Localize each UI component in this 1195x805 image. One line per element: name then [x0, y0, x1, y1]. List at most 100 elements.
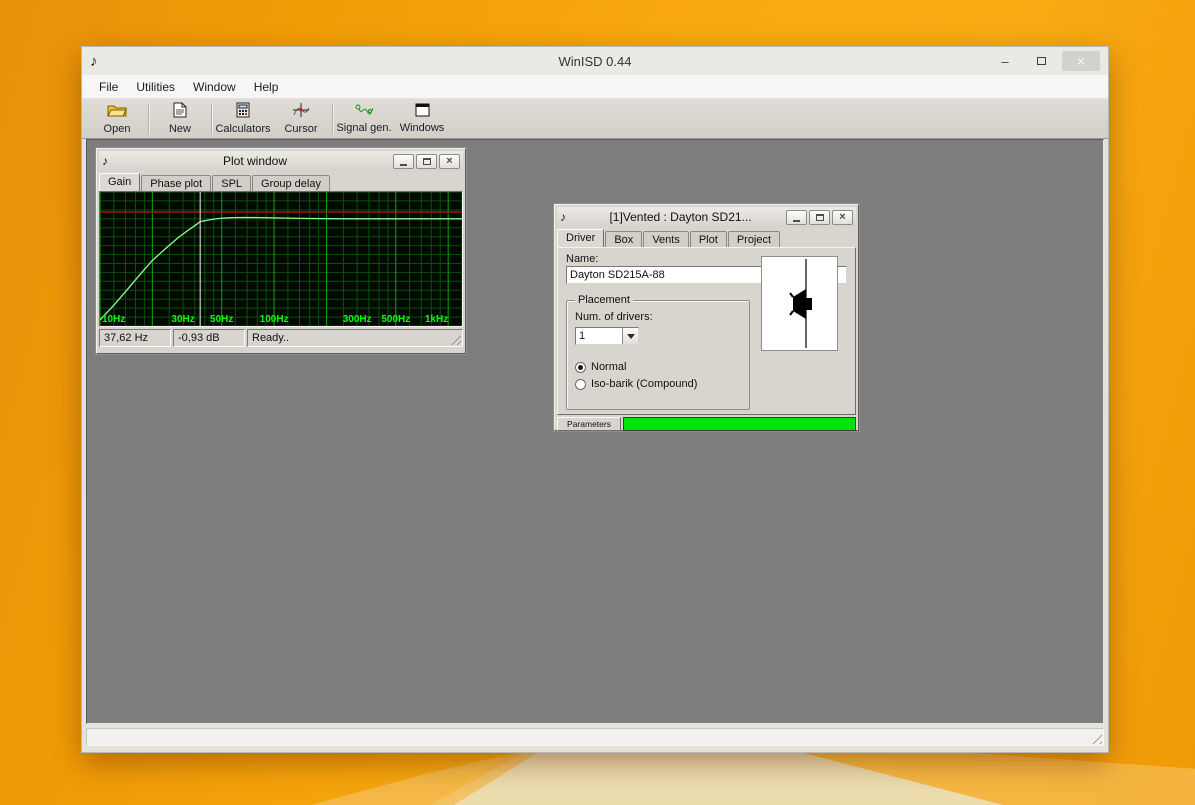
- toolbar-separator: [148, 103, 149, 134]
- open-folder-icon: [107, 103, 127, 123]
- tab-group-delay[interactable]: Group delay: [252, 175, 330, 192]
- radio-button-icon: [575, 378, 586, 390]
- close-icon: ×: [446, 155, 453, 167]
- toolbar-label: Calculators: [215, 123, 271, 135]
- driver-bottom-bar: Parameters: [557, 417, 856, 431]
- plot-window: ♪ Plot window × Gain Phase plot SPL Grou…: [96, 148, 466, 354]
- toolbar-label: Signal gen.: [336, 122, 392, 134]
- main-title-bar[interactable]: ♪ WinISD 0.44 – ×: [82, 47, 1108, 75]
- x-axis-label: 500Hz: [381, 314, 411, 325]
- tab-driver[interactable]: Driver: [557, 229, 605, 247]
- toolbar-label: New: [168, 123, 191, 135]
- parameters-progress-bar: [623, 417, 856, 431]
- num-drivers-value: 1: [579, 330, 586, 342]
- num-drivers-combobox[interactable]: 1: [575, 327, 639, 345]
- toolbar-button-cursor[interactable]: Cursor: [272, 101, 330, 137]
- driver-tab-panel: Name: Placement Num. of drivers: 1 Norma…: [557, 247, 856, 415]
- tab-vents[interactable]: Vents: [643, 231, 689, 248]
- menu-utilities[interactable]: Utilities: [127, 77, 184, 97]
- combo-dropdown-button[interactable]: [622, 328, 638, 344]
- resize-grip[interactable]: [1088, 730, 1102, 744]
- tab-project[interactable]: Project: [727, 231, 781, 248]
- toolbar-label: Windows: [399, 122, 445, 134]
- mdi-workspace: ♪ Plot window × Gain Phase plot SPL Grou…: [86, 139, 1104, 724]
- x-axis-label: 30Hz: [171, 314, 195, 325]
- windows-icon: [415, 103, 430, 122]
- driver-project-window: ♪ [1]Vented : Dayton SD21... × Driver Bo…: [554, 204, 859, 431]
- tab-gain[interactable]: Gain: [99, 173, 141, 191]
- toolbar-button-open[interactable]: Open: [88, 101, 146, 137]
- toolbar-button-new[interactable]: New: [151, 101, 209, 137]
- tab-box[interactable]: Box: [605, 231, 643, 248]
- plot-window-title: Plot window: [222, 154, 288, 168]
- x-axis-label: 300Hz: [342, 314, 372, 325]
- driver-window-icon: ♪: [560, 210, 566, 224]
- minimize-button[interactable]: [786, 209, 807, 225]
- toolbar-button-windows[interactable]: Windows: [393, 101, 451, 137]
- calculator-icon: [236, 102, 250, 123]
- name-label: Name:: [566, 253, 599, 265]
- placement-group-label: Placement: [575, 294, 633, 306]
- signal-generator-icon: [354, 103, 374, 122]
- plot-window-title-bar[interactable]: ♪ Plot window ×: [99, 151, 463, 171]
- minimize-button[interactable]: [393, 153, 414, 169]
- gain-plot-area[interactable]: 10Hz 30Hz 50Hz 100Hz 300Hz 500Hz 1kHz: [99, 191, 463, 327]
- minimize-button[interactable]: –: [990, 51, 1020, 71]
- close-button[interactable]: ×: [1062, 51, 1100, 71]
- driver-window-title-bar[interactable]: ♪ [1]Vented : Dayton SD21... ×: [557, 207, 856, 227]
- toolbar: Open New Calculators Cursor Signal gen.: [82, 99, 1108, 139]
- menu-file[interactable]: File: [90, 77, 127, 97]
- maximize-icon: [422, 157, 431, 165]
- status-message: Ready..: [247, 329, 463, 347]
- x-axis-label: 10Hz: [102, 314, 126, 325]
- desktop: ♪ WinISD 0.44 – × File Utilities Window …: [0, 0, 1195, 805]
- main-window: ♪ WinISD 0.44 – × File Utilities Window …: [82, 47, 1108, 752]
- chevron-down-icon: [626, 333, 635, 339]
- main-window-title: WinISD 0.44: [558, 53, 632, 69]
- plot-window-icon: ♪: [102, 154, 108, 168]
- toolbar-button-signal-gen[interactable]: Signal gen.: [335, 101, 393, 137]
- window-controls: – ×: [990, 51, 1100, 71]
- driver-placement-image: [761, 256, 838, 351]
- radio-isobarik-label: Iso-barik (Compound): [591, 378, 698, 390]
- driver-tabs: Driver Box Vents Plot Project: [555, 227, 858, 248]
- maximize-button[interactable]: [809, 209, 830, 225]
- menu-bar: File Utilities Window Help: [82, 75, 1108, 99]
- toolbar-separator: [211, 103, 212, 134]
- parameters-button[interactable]: Parameters: [557, 417, 621, 431]
- radio-normal-label: Normal: [591, 361, 627, 373]
- radio-normal[interactable]: Normal: [575, 361, 626, 373]
- speaker-side-view-icon: [789, 259, 812, 348]
- tab-plot[interactable]: Plot: [689, 231, 727, 248]
- maximize-button[interactable]: [1026, 51, 1056, 71]
- cursor-frequency-readout: 37,62 Hz: [99, 329, 171, 347]
- tab-spl[interactable]: SPL: [212, 175, 252, 192]
- maximize-button[interactable]: [416, 153, 437, 169]
- main-status-bar: [86, 728, 1104, 746]
- driver-window-title: [1]Vented : Dayton SD21...: [609, 210, 752, 224]
- toolbar-label: Open: [103, 122, 131, 135]
- minimize-icon: [793, 219, 800, 222]
- placement-groupbox: Placement Num. of drivers: 1 Normal Iso-…: [566, 294, 750, 410]
- menu-window[interactable]: Window: [184, 77, 245, 97]
- driver-window-controls: ×: [786, 209, 853, 225]
- maximize-icon: [1036, 57, 1046, 65]
- tab-phase-plot[interactable]: Phase plot: [141, 175, 212, 192]
- close-button[interactable]: ×: [439, 153, 460, 169]
- plot-window-controls: ×: [393, 153, 460, 169]
- toolbar-button-calculators[interactable]: Calculators: [214, 101, 272, 137]
- new-document-icon: [173, 102, 187, 123]
- x-axis-label: 1kHz: [424, 314, 449, 325]
- menu-help[interactable]: Help: [245, 77, 288, 97]
- plot-tabs: Gain Phase plot SPL Group delay: [97, 171, 465, 192]
- toolbar-label: Cursor: [284, 123, 318, 135]
- radio-isobarik[interactable]: Iso-barik (Compound): [575, 378, 697, 390]
- toolbar-separator: [332, 103, 333, 134]
- cursor-icon: [292, 102, 310, 123]
- radio-button-icon: [575, 361, 586, 373]
- x-axis-label: 50Hz: [210, 314, 234, 325]
- gain-plot-svg: [100, 192, 462, 326]
- progress-fill: [624, 418, 855, 430]
- cursor-level-readout: -0,93 dB: [173, 329, 245, 347]
- close-button[interactable]: ×: [832, 209, 853, 225]
